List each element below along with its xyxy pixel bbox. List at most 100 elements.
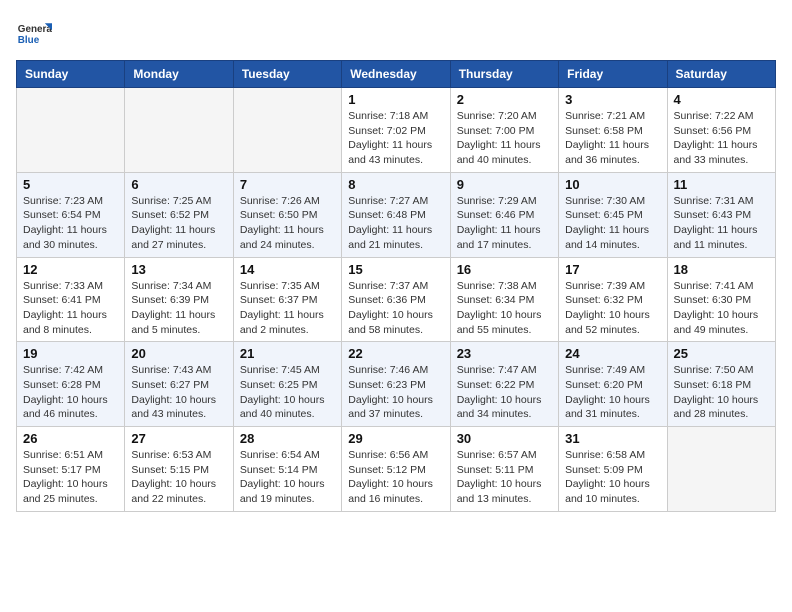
calendar-cell: 22 Sunrise: 7:46 AM Sunset: 6:23 PM Dayli… (342, 342, 450, 427)
calendar-cell: 30 Sunrise: 6:57 AM Sunset: 5:11 PM Dayli… (450, 427, 558, 512)
day-number: 10 (565, 177, 660, 192)
calendar-cell: 23 Sunrise: 7:47 AM Sunset: 6:22 PM Dayli… (450, 342, 558, 427)
svg-text:General: General (18, 24, 52, 35)
calendar-header-friday: Friday (559, 61, 667, 88)
day-info: Sunrise: 6:51 AM Sunset: 5:17 PM Dayligh… (23, 448, 118, 507)
calendar-cell (125, 88, 233, 173)
day-info: Sunrise: 7:26 AM Sunset: 6:50 PM Dayligh… (240, 194, 335, 253)
calendar-cell: 11 Sunrise: 7:31 AM Sunset: 6:43 PM Dayli… (667, 172, 775, 257)
calendar-cell: 25 Sunrise: 7:50 AM Sunset: 6:18 PM Dayli… (667, 342, 775, 427)
day-info: Sunrise: 7:30 AM Sunset: 6:45 PM Dayligh… (565, 194, 660, 253)
day-info: Sunrise: 7:35 AM Sunset: 6:37 PM Dayligh… (240, 279, 335, 338)
day-info: Sunrise: 7:31 AM Sunset: 6:43 PM Dayligh… (674, 194, 769, 253)
day-info: Sunrise: 7:47 AM Sunset: 6:22 PM Dayligh… (457, 363, 552, 422)
day-info: Sunrise: 7:45 AM Sunset: 6:25 PM Dayligh… (240, 363, 335, 422)
day-info: Sunrise: 7:39 AM Sunset: 6:32 PM Dayligh… (565, 279, 660, 338)
day-info: Sunrise: 7:23 AM Sunset: 6:54 PM Dayligh… (23, 194, 118, 253)
day-info: Sunrise: 6:53 AM Sunset: 5:15 PM Dayligh… (131, 448, 226, 507)
calendar-cell: 28 Sunrise: 6:54 AM Sunset: 5:14 PM Dayli… (233, 427, 341, 512)
calendar-cell: 27Sunrise: 6:53 AM Sunset: 5:15 PM Dayli… (125, 427, 233, 512)
calendar-week-1: 1 Sunrise: 7:18 AM Sunset: 7:02 PM Daylig… (17, 88, 776, 173)
calendar-cell: 18 Sunrise: 7:41 AM Sunset: 6:30 PM Dayli… (667, 257, 775, 342)
calendar-cell: 20 Sunrise: 7:43 AM Sunset: 6:27 PM Dayli… (125, 342, 233, 427)
calendar-cell: 29 Sunrise: 6:56 AM Sunset: 5:12 PM Dayli… (342, 427, 450, 512)
day-info: Sunrise: 7:29 AM Sunset: 6:46 PM Dayligh… (457, 194, 552, 253)
day-number: 7 (240, 177, 335, 192)
calendar-table: SundayMondayTuesdayWednesdayThursdayFrid… (16, 60, 776, 512)
calendar-cell: 31 Sunrise: 6:58 AM Sunset: 5:09 PM Dayli… (559, 427, 667, 512)
day-number: 22 (348, 346, 443, 361)
logo: General Blue (16, 16, 56, 52)
day-number: 16 (457, 262, 552, 277)
day-info: Sunrise: 7:20 AM Sunset: 7:00 PM Dayligh… (457, 109, 552, 168)
day-info: Sunrise: 7:38 AM Sunset: 6:34 PM Dayligh… (457, 279, 552, 338)
day-number: 17 (565, 262, 660, 277)
calendar-cell: 5 Sunrise: 7:23 AM Sunset: 6:54 PM Daylig… (17, 172, 125, 257)
day-number: 5 (23, 177, 118, 192)
calendar-week-4: 19 Sunrise: 7:42 AM Sunset: 6:28 PM Dayli… (17, 342, 776, 427)
calendar-cell: 19 Sunrise: 7:42 AM Sunset: 6:28 PM Dayli… (17, 342, 125, 427)
calendar-cell: 7 Sunrise: 7:26 AM Sunset: 6:50 PM Daylig… (233, 172, 341, 257)
calendar-cell: 9 Sunrise: 7:29 AM Sunset: 6:46 PM Daylig… (450, 172, 558, 257)
day-info: Sunrise: 6:57 AM Sunset: 5:11 PM Dayligh… (457, 448, 552, 507)
calendar-week-3: 12Sunrise: 7:33 AM Sunset: 6:41 PM Dayli… (17, 257, 776, 342)
day-info: Sunrise: 6:58 AM Sunset: 5:09 PM Dayligh… (565, 448, 660, 507)
calendar-cell: 10 Sunrise: 7:30 AM Sunset: 6:45 PM Dayli… (559, 172, 667, 257)
day-number: 9 (457, 177, 552, 192)
day-info: Sunrise: 7:43 AM Sunset: 6:27 PM Dayligh… (131, 363, 226, 422)
day-info: Sunrise: 7:46 AM Sunset: 6:23 PM Dayligh… (348, 363, 443, 422)
calendar-header-saturday: Saturday (667, 61, 775, 88)
calendar-cell: 1 Sunrise: 7:18 AM Sunset: 7:02 PM Daylig… (342, 88, 450, 173)
day-number: 23 (457, 346, 552, 361)
calendar-cell: 4Sunrise: 7:22 AM Sunset: 6:56 PM Daylig… (667, 88, 775, 173)
calendar-cell: 13 Sunrise: 7:34 AM Sunset: 6:39 PM Dayli… (125, 257, 233, 342)
day-info: Sunrise: 7:42 AM Sunset: 6:28 PM Dayligh… (23, 363, 118, 422)
day-info: Sunrise: 7:27 AM Sunset: 6:48 PM Dayligh… (348, 194, 443, 253)
day-number: 29 (348, 431, 443, 446)
day-info: Sunrise: 7:50 AM Sunset: 6:18 PM Dayligh… (674, 363, 769, 422)
calendar-cell: 2 Sunrise: 7:20 AM Sunset: 7:00 PM Daylig… (450, 88, 558, 173)
day-info: Sunrise: 6:56 AM Sunset: 5:12 PM Dayligh… (348, 448, 443, 507)
day-info: Sunrise: 7:41 AM Sunset: 6:30 PM Dayligh… (674, 279, 769, 338)
calendar-header-row: SundayMondayTuesdayWednesdayThursdayFrid… (17, 61, 776, 88)
logo-icon: General Blue (16, 16, 52, 52)
day-number: 30 (457, 431, 552, 446)
day-number: 25 (674, 346, 769, 361)
day-number: 15 (348, 262, 443, 277)
day-info: Sunrise: 6:54 AM Sunset: 5:14 PM Dayligh… (240, 448, 335, 507)
calendar-cell: 21 Sunrise: 7:45 AM Sunset: 6:25 PM Dayli… (233, 342, 341, 427)
calendar-cell: 15Sunrise: 7:37 AM Sunset: 6:36 PM Dayli… (342, 257, 450, 342)
day-number: 21 (240, 346, 335, 361)
svg-text:Blue: Blue (18, 35, 40, 46)
day-number: 12 (23, 262, 118, 277)
day-number: 19 (23, 346, 118, 361)
day-info: Sunrise: 7:34 AM Sunset: 6:39 PM Dayligh… (131, 279, 226, 338)
day-number: 11 (674, 177, 769, 192)
day-number: 31 (565, 431, 660, 446)
day-number: 18 (674, 262, 769, 277)
day-number: 20 (131, 346, 226, 361)
calendar-header-tuesday: Tuesday (233, 61, 341, 88)
calendar-cell (17, 88, 125, 173)
calendar-week-5: 26Sunrise: 6:51 AM Sunset: 5:17 PM Dayli… (17, 427, 776, 512)
calendar-week-2: 5 Sunrise: 7:23 AM Sunset: 6:54 PM Daylig… (17, 172, 776, 257)
calendar-header-wednesday: Wednesday (342, 61, 450, 88)
day-number: 1 (348, 92, 443, 107)
calendar-cell: 24Sunrise: 7:49 AM Sunset: 6:20 PM Dayli… (559, 342, 667, 427)
day-number: 24 (565, 346, 660, 361)
day-number: 6 (131, 177, 226, 192)
calendar-cell: 16 Sunrise: 7:38 AM Sunset: 6:34 PM Dayli… (450, 257, 558, 342)
day-info: Sunrise: 7:18 AM Sunset: 7:02 PM Dayligh… (348, 109, 443, 168)
day-number: 13 (131, 262, 226, 277)
calendar-header-monday: Monday (125, 61, 233, 88)
day-number: 3 (565, 92, 660, 107)
day-number: 28 (240, 431, 335, 446)
calendar-header-thursday: Thursday (450, 61, 558, 88)
calendar-header-sunday: Sunday (17, 61, 125, 88)
day-info: Sunrise: 7:25 AM Sunset: 6:52 PM Dayligh… (131, 194, 226, 253)
calendar-cell: 12Sunrise: 7:33 AM Sunset: 6:41 PM Dayli… (17, 257, 125, 342)
day-number: 14 (240, 262, 335, 277)
day-number: 2 (457, 92, 552, 107)
calendar-cell: 3Sunrise: 7:21 AM Sunset: 6:58 PM Daylig… (559, 88, 667, 173)
calendar-cell (233, 88, 341, 173)
